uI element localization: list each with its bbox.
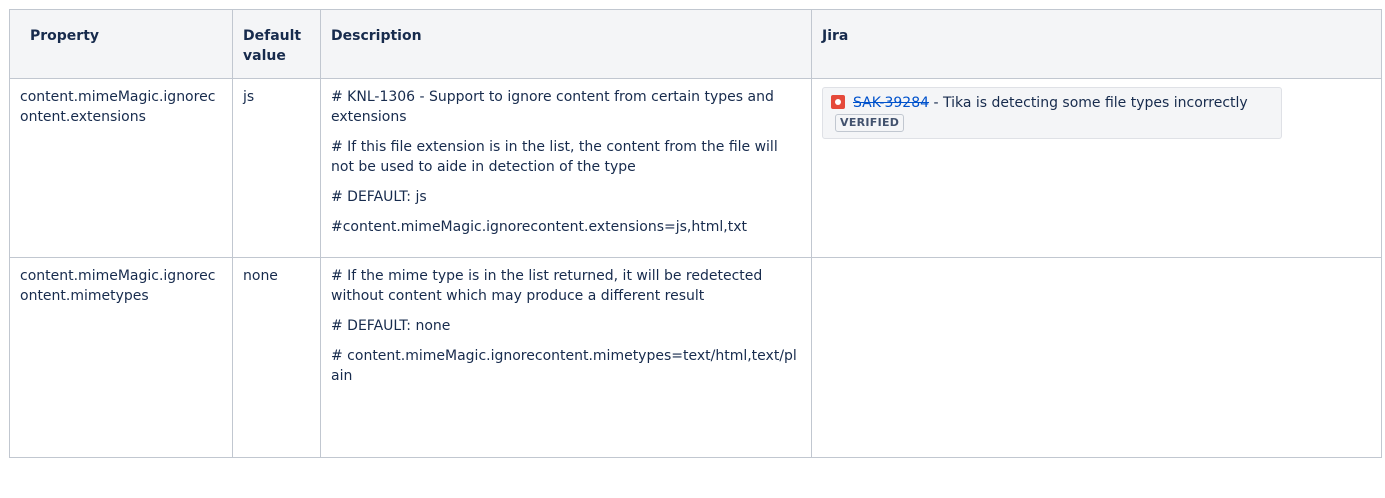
jira-cell: SAK-39284 - Tika is detecting some file … bbox=[811, 78, 1382, 258]
property-cell: content.mimeMagic.ignorecontent.extensio… bbox=[9, 78, 233, 258]
description-line: # If this file extension is in the list,… bbox=[331, 139, 778, 175]
column-header-property: Property bbox=[9, 9, 233, 79]
description-cell: # KNL-1306 - Support to ignore content f… bbox=[320, 78, 812, 258]
description-line: # KNL-1306 - Support to ignore content f… bbox=[331, 89, 774, 125]
description-cell: # If the mime type is in the list return… bbox=[320, 257, 812, 458]
property-cell: content.mimeMagic.ignorecontent.mimetype… bbox=[9, 257, 233, 458]
column-header-description: Description bbox=[320, 9, 812, 79]
table-row: content.mimeMagic.ignorecontent.extensio… bbox=[9, 78, 1382, 258]
property-name: content.mimeMagic.ignorecontent.mimetype… bbox=[20, 268, 216, 304]
default-value: none bbox=[243, 268, 278, 284]
default-value: js bbox=[243, 89, 255, 105]
column-header-jira: Jira bbox=[811, 9, 1382, 79]
property-name: content.mimeMagic.ignorecontent.extensio… bbox=[20, 89, 216, 125]
jira-issue-link[interactable]: SAK-39284 bbox=[853, 95, 929, 111]
jira-issue-summary: Tika is detecting some file types incorr… bbox=[942, 95, 1248, 111]
jira-separator: - bbox=[929, 95, 943, 111]
bug-icon bbox=[831, 95, 845, 109]
properties-table: Property Default value Description Jira … bbox=[9, 9, 1382, 458]
default-value-cell: js bbox=[232, 78, 321, 258]
status-badge: VERIFIED bbox=[835, 114, 905, 132]
jira-issue-macro[interactable]: SAK-39284 - Tika is detecting some file … bbox=[822, 87, 1282, 139]
jira-cell bbox=[811, 257, 1382, 458]
table-header-row: Property Default value Description Jira bbox=[9, 9, 1382, 79]
description-line: # DEFAULT: none bbox=[331, 318, 451, 334]
table-row: content.mimeMagic.ignorecontent.mimetype… bbox=[9, 257, 1382, 458]
description-line: # DEFAULT: js bbox=[331, 189, 427, 205]
description-line: #content.mimeMagic.ignorecontent.extensi… bbox=[331, 219, 747, 235]
description-line: # content.mimeMagic.ignorecontent.mimety… bbox=[331, 348, 797, 384]
default-value-cell: none bbox=[232, 257, 321, 458]
properties-table-wrapper: Property Default value Description Jira … bbox=[9, 9, 1382, 458]
description-line: # If the mime type is in the list return… bbox=[331, 268, 763, 304]
column-header-default-value: Default value bbox=[232, 9, 321, 79]
